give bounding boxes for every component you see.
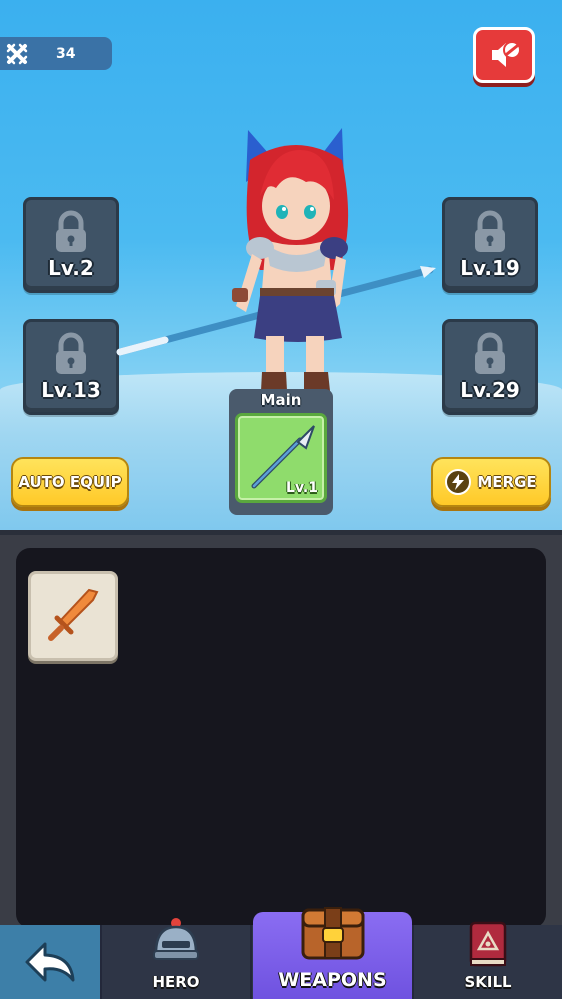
chest-icon	[301, 907, 364, 960]
tab-skill-label: SKILL	[464, 973, 512, 991]
lock-icon	[56, 210, 86, 252]
main-weapon-tile[interactable]: Lv.1	[235, 413, 327, 503]
locked-slot-lv29[interactable]: Lv.29	[442, 319, 538, 415]
back-arrow-icon	[25, 942, 75, 982]
inventory-item-sword[interactable]	[28, 571, 118, 661]
tab-weapons[interactable]: WEAPONS	[253, 907, 412, 999]
merge-label: MERGE	[477, 473, 537, 491]
tab-hero-label: HERO	[152, 973, 200, 991]
lightning-bolt-icon	[445, 469, 472, 495]
helmet-icon	[153, 918, 199, 960]
slot-level-label: Lv.29	[460, 378, 520, 402]
spellbook-icon	[469, 921, 507, 967]
mute-icon	[492, 41, 521, 67]
slot-level-label: Lv.2	[48, 256, 94, 280]
tab-hero[interactable]: HERO	[102, 918, 252, 999]
auto-equip-label: AUTO EQUIP	[18, 473, 122, 491]
slot-level-label: Lv.19	[460, 256, 520, 280]
power-stat-value: 34	[56, 45, 76, 62]
sword-icon	[48, 588, 99, 641]
back-button[interactable]	[0, 925, 102, 999]
mute-button[interactable]	[473, 27, 535, 83]
crossed-swords-icon	[0, 37, 34, 70]
main-weapon-slot[interactable]: Main Lv.1	[229, 389, 333, 515]
locked-slot-lv13[interactable]: Lv.13	[23, 319, 119, 415]
lock-icon	[475, 210, 505, 252]
slot-level-label: Lv.13	[41, 378, 101, 402]
locked-slot-lv2[interactable]: Lv.2	[23, 197, 119, 293]
auto-equip-button[interactable]: AUTO EQUIP	[11, 457, 129, 507]
lock-icon	[475, 332, 505, 374]
tab-weapons-label: WEAPONS	[278, 969, 387, 991]
locked-slot-lv19[interactable]: Lv.19	[442, 197, 538, 293]
battle-scene: 34 Lv.2 Lv.13 Lv.19 Lv.29 Main Lv.1 AUTO…	[0, 0, 562, 532]
merge-button[interactable]: MERGE	[431, 457, 551, 507]
main-weapon-level: Lv.1	[286, 480, 318, 496]
hero-character	[116, 128, 436, 410]
main-slot-label: Main	[260, 391, 302, 409]
power-stat-pill: 34	[0, 37, 112, 70]
tab-skill[interactable]: SKILL	[412, 921, 562, 999]
lock-icon	[56, 332, 86, 374]
